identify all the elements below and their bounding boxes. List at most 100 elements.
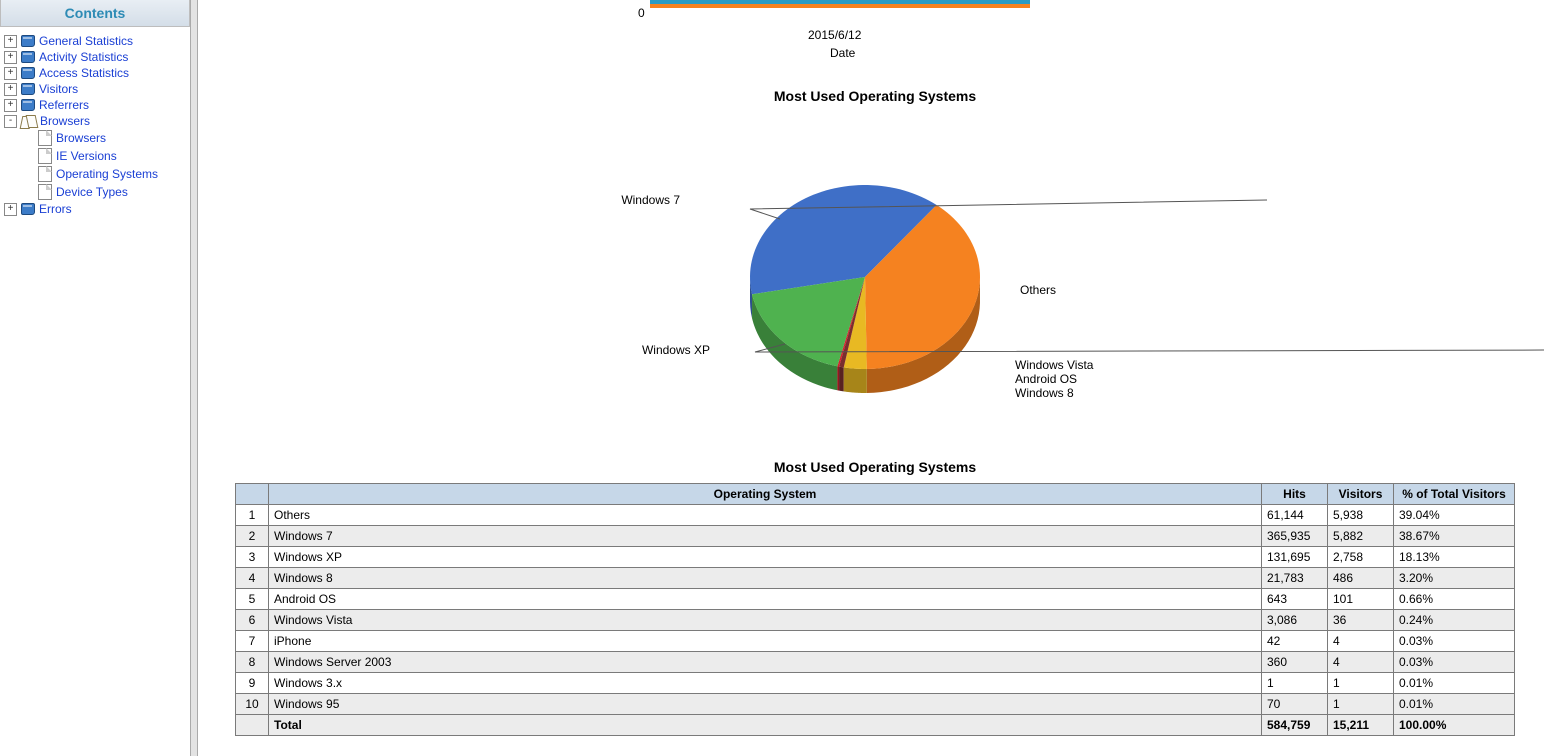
cell-visitors: 2,758 (1328, 547, 1394, 568)
cell-os: iPhone (269, 631, 1262, 652)
cell-pct: 0.66% (1394, 589, 1515, 610)
sidebar-item-general-statistics[interactable]: + General Statistics (4, 33, 186, 49)
cell-hits: 70 (1262, 694, 1328, 715)
axis-date-tick: 2015/6/12 (808, 28, 861, 42)
cell-os: Windows XP (269, 547, 1262, 568)
sidebar-subitem-operating-systems[interactable]: Operating Systems (4, 165, 186, 183)
cell-total-hits: 584,759 (1262, 715, 1328, 736)
expand-icon[interactable]: + (4, 99, 17, 112)
sidebar-subitem-label[interactable]: Browsers (56, 131, 106, 145)
pie-side (844, 367, 867, 393)
sidebar: Contents + General Statistics + Activity St… (0, 0, 190, 756)
pie-side (837, 366, 839, 390)
sidebar-item-visitors[interactable]: + Visitors (4, 81, 186, 97)
table-row: 3Windows XP131,6952,75818.13% (236, 547, 1515, 568)
pie-chart: Windows 7OthersWindows 8Android OSWindow… (218, 149, 1532, 429)
collapse-icon[interactable]: - (4, 115, 17, 128)
sidebar-subitem-browsers[interactable]: Browsers (4, 129, 186, 147)
cell-os: Windows 3.x (269, 673, 1262, 694)
prev-chart-axis-fragment: 0 2015/6/12 Date (638, 0, 1532, 60)
sidebar-subitem-label[interactable]: Device Types (56, 185, 128, 199)
table-row: 4Windows 821,7834863.20% (236, 568, 1515, 589)
sidebar-item-label[interactable]: Referrers (39, 98, 89, 112)
cell-total-visitors: 15,211 (1328, 715, 1394, 736)
axis-date-label: Date (830, 46, 855, 60)
cell-pct: 3.20% (1394, 568, 1515, 589)
expand-icon[interactable]: + (4, 203, 17, 216)
expand-icon[interactable]: + (4, 35, 17, 48)
sidebar-item-browsers[interactable]: - Browsers (4, 113, 186, 129)
book-icon (21, 83, 35, 95)
sidebar-subitem-label[interactable]: Operating Systems (56, 167, 158, 181)
col-header (236, 484, 269, 505)
sidebar-item-access-statistics[interactable]: + Access Statistics (4, 65, 186, 81)
cell-os: Others (269, 505, 1262, 526)
sidebar-subitem-label[interactable]: IE Versions (56, 149, 117, 163)
cell-pct: 0.24% (1394, 610, 1515, 631)
col-header: Visitors (1328, 484, 1394, 505)
cell-os: Android OS (269, 589, 1262, 610)
prev-chart-bars-fragment (650, 0, 1030, 8)
book-icon (21, 67, 35, 79)
cell-pct: 38.67% (1394, 526, 1515, 547)
sidebar-item-label[interactable]: Browsers (40, 114, 90, 128)
sidebar-subitem-device-types[interactable]: Device Types (4, 183, 186, 201)
sidebar-item-label[interactable]: Errors (39, 202, 72, 216)
page-icon (38, 130, 52, 146)
cell-hits: 61,144 (1262, 505, 1328, 526)
cell-blank (236, 715, 269, 736)
cell-hits: 643 (1262, 589, 1328, 610)
cell-hits: 360 (1262, 652, 1328, 673)
slice-label-windows-xp: Windows XP (642, 343, 710, 357)
sidebar-item-referrers[interactable]: + Referrers (4, 97, 186, 113)
sidebar-item-label[interactable]: General Statistics (39, 34, 133, 48)
book-icon (21, 35, 35, 47)
cell-hits: 1 (1262, 673, 1328, 694)
cell-pct: 0.01% (1394, 673, 1515, 694)
cell-pct: 0.03% (1394, 631, 1515, 652)
pie-side (839, 367, 844, 392)
cell-n: 7 (236, 631, 269, 652)
slice-label-android-os: Android OS (1015, 372, 1077, 386)
cell-hits: 21,783 (1262, 568, 1328, 589)
table-row: 7iPhone4240.03% (236, 631, 1515, 652)
chart-title: Most Used Operating Systems (218, 88, 1532, 104)
book-icon (21, 99, 35, 111)
page-icon (38, 184, 52, 200)
cell-n: 10 (236, 694, 269, 715)
sidebar-item-activity-statistics[interactable]: + Activity Statistics (4, 49, 186, 65)
cell-visitors: 4 (1328, 631, 1394, 652)
cell-visitors: 1 (1328, 673, 1394, 694)
slice-label-windows-8: Windows 8 (1015, 386, 1074, 400)
cell-total-label: Total (269, 715, 1262, 736)
os-table: Operating SystemHitsVisitors% of Total V… (235, 483, 1515, 736)
table-title: Most Used Operating Systems (218, 459, 1532, 475)
cell-visitors: 5,882 (1328, 526, 1394, 547)
cell-visitors: 4 (1328, 652, 1394, 673)
expand-icon[interactable]: + (4, 67, 17, 80)
table-row: 2Windows 7365,9355,88238.67% (236, 526, 1515, 547)
axis-zero-label: 0 (638, 6, 645, 20)
sidebar-item-label[interactable]: Access Statistics (39, 66, 129, 80)
splitter-vertical[interactable] (190, 0, 198, 756)
cell-n: 1 (236, 505, 269, 526)
sidebar-item-label[interactable]: Visitors (39, 82, 78, 96)
col-header: Operating System (269, 484, 1262, 505)
cell-os: Windows 95 (269, 694, 1262, 715)
sidebar-header: Contents (0, 0, 190, 27)
cell-pct: 0.03% (1394, 652, 1515, 673)
cell-n: 3 (236, 547, 269, 568)
expand-icon[interactable]: + (4, 51, 17, 64)
table-row: 9Windows 3.x110.01% (236, 673, 1515, 694)
sidebar-item-errors[interactable]: + Errors (4, 201, 186, 217)
cell-hits: 3,086 (1262, 610, 1328, 631)
expand-icon[interactable]: + (4, 83, 17, 96)
book-icon (21, 51, 35, 63)
slice-label-windows-vista: Windows Vista (1015, 358, 1094, 372)
cell-os: Windows Vista (269, 610, 1262, 631)
sidebar-item-label[interactable]: Activity Statistics (39, 50, 128, 64)
sidebar-subitem-ie-versions[interactable]: IE Versions (4, 147, 186, 165)
cell-hits: 42 (1262, 631, 1328, 652)
cell-pct: 0.01% (1394, 694, 1515, 715)
page-icon (38, 148, 52, 164)
